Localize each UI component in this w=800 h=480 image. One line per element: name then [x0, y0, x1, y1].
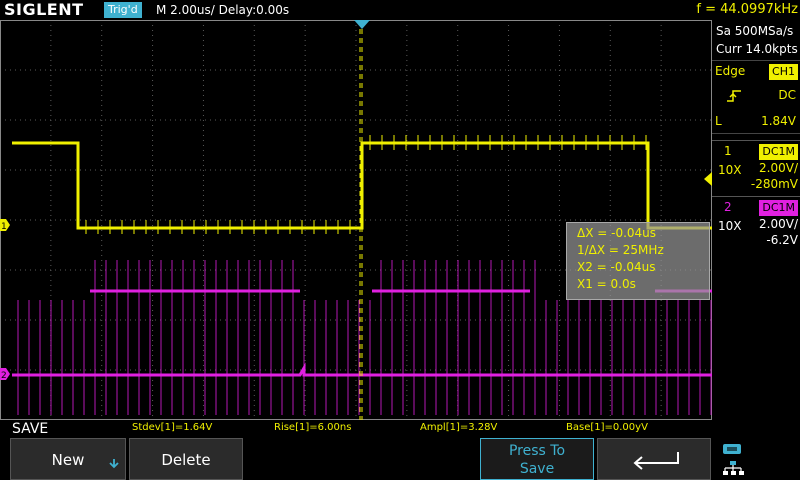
chevron-down-icon: [109, 459, 119, 469]
top-status-bar: SIGLENT Trig'd M 2.00us/ Delay:0.00s f =…: [0, 0, 800, 20]
rising-edge-icon: [727, 90, 741, 102]
delete-button[interactable]: Delete: [129, 438, 243, 480]
measurement-stdev: Stdev[1]=1.64V: [132, 422, 213, 433]
return-arrow-icon: [633, 452, 679, 470]
trigger-level: 1.84V: [761, 114, 796, 128]
new-button-label: New: [51, 451, 85, 469]
siglent-logo: SIGLENT: [4, 0, 84, 19]
trigger-source-badge: CH1: [769, 64, 798, 80]
channel-1-marker-label: 1: [1, 222, 7, 232]
press-to-save-line1: Press To: [508, 443, 566, 459]
channel-2-panel[interactable]: 2 DC1M 10X 2.00V/ -6.2V: [712, 196, 800, 250]
cursor-readout-box: ΔX = -0.04us 1/ΔX = 25MHz X2 = -0.04us X…: [566, 222, 710, 300]
channel-1-probe: 10X: [718, 163, 742, 177]
cursor-x2: X2 = -0.04us: [577, 260, 656, 274]
trigger-status-badge: Trig'd: [104, 2, 142, 18]
network-icon: [723, 461, 744, 475]
press-to-save-line2: Save: [519, 461, 555, 477]
channel-2-probe: 10X: [718, 219, 742, 233]
channel-1-offset: -280mV: [750, 177, 798, 191]
channel-2-marker-label: 2: [1, 371, 7, 381]
channel-1-scale: 2.00V/: [759, 161, 798, 175]
channel-1-number: 1: [724, 144, 732, 158]
measurement-ampl: Ampl[1]=3.28V: [420, 422, 498, 433]
timebase-readout: M 2.00us/ Delay:0.00s: [156, 3, 290, 17]
waveform-display[interactable]: 1 2: [0, 20, 712, 420]
measurement-bar: Stdev[1]=1.64V Rise[1]=6.00ns Ampl[1]=3.…: [0, 420, 712, 436]
trigger-panel[interactable]: Edge CH1 DC L 1.84V: [712, 60, 800, 134]
return-button[interactable]: [597, 438, 711, 480]
press-to-save-button[interactable]: Press To Save: [480, 438, 594, 480]
usb-storage-icon: [723, 444, 741, 454]
trigger-level-label: L: [715, 114, 722, 128]
cursor-delta-x: ΔX = -0.04us: [577, 226, 657, 240]
measurement-rise: Rise[1]=6.00ns: [274, 422, 352, 433]
new-button[interactable]: New: [10, 438, 126, 480]
trigger-type: Edge: [715, 64, 746, 78]
channel-1-panel[interactable]: 1 DC1M 10X 2.00V/ -280mV: [712, 140, 800, 194]
status-icons: [714, 440, 800, 480]
channel-1-coupling-badge: DC1M: [759, 144, 798, 160]
trigger-coupling: DC: [778, 88, 796, 102]
cursor-inverse-delta-x: 1/ΔX = 25MHz: [577, 243, 664, 257]
channel-2-scale: 2.00V/: [759, 217, 798, 231]
channel-2-number: 2: [724, 200, 732, 214]
frequency-counter: f = 44.0997kHz: [696, 2, 798, 17]
cursor-x1: X1 = 0.0s: [577, 277, 636, 291]
measurement-base: Base[1]=0.00yV: [566, 422, 648, 433]
sample-rate: Sa 500MSa/s: [716, 24, 794, 38]
channel-2-coupling-badge: DC1M: [759, 200, 798, 216]
channel-2-offset: -6.2V: [766, 233, 798, 247]
memory-depth: Curr 14.0kpts: [716, 42, 798, 56]
